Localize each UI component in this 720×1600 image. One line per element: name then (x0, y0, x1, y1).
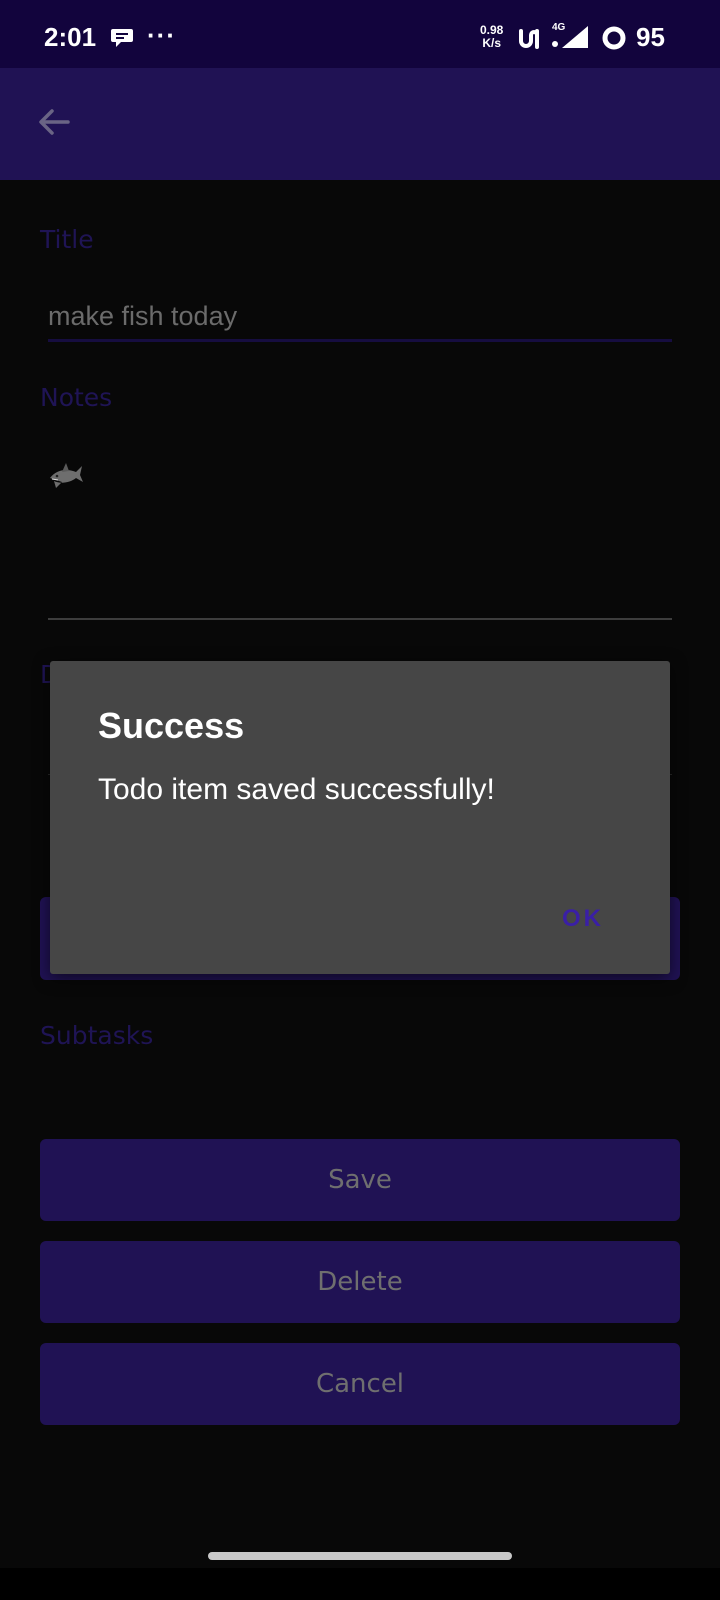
app-bar (0, 68, 720, 180)
back-button[interactable] (30, 100, 78, 148)
status-bar: 2:01 ··· 0.98 K/s 4G 95 (0, 0, 720, 68)
title-label: Title (40, 225, 94, 254)
dialog-ok-button[interactable]: OK (562, 905, 604, 933)
title-input[interactable]: make fish today (48, 301, 237, 332)
chat-bubble-icon (110, 27, 134, 49)
dialog-title: Success (98, 705, 245, 746)
more-notifications-icon: ··· (147, 20, 176, 50)
title-input-underline (48, 339, 672, 342)
navigation-bar (0, 1568, 720, 1600)
shark-icon (50, 463, 83, 488)
delete-button[interactable]: Delete (40, 1241, 680, 1323)
success-dialog: Success Todo item saved successfully! OK (50, 661, 670, 974)
status-time: 2:01 (44, 22, 97, 52)
save-button[interactable]: Save (40, 1139, 680, 1221)
network-speed: 0.98 K/s (480, 24, 503, 50)
subtasks-label: Subtasks (40, 1021, 154, 1050)
home-indicator[interactable] (208, 1552, 512, 1560)
vowifi-icon (518, 27, 546, 51)
signal-icon (552, 24, 590, 50)
battery-ring-icon (602, 26, 626, 50)
network-speed-unit: K/s (482, 36, 502, 50)
battery-level: 95 (636, 22, 665, 52)
notes-input[interactable]: 🦈 (48, 458, 84, 494)
arrow-left-icon (36, 104, 72, 144)
notes-input-underline (48, 618, 672, 620)
notes-label: Notes (40, 383, 113, 412)
dialog-message: Todo item saved successfully! (98, 773, 495, 806)
cancel-button[interactable]: Cancel (40, 1343, 680, 1425)
